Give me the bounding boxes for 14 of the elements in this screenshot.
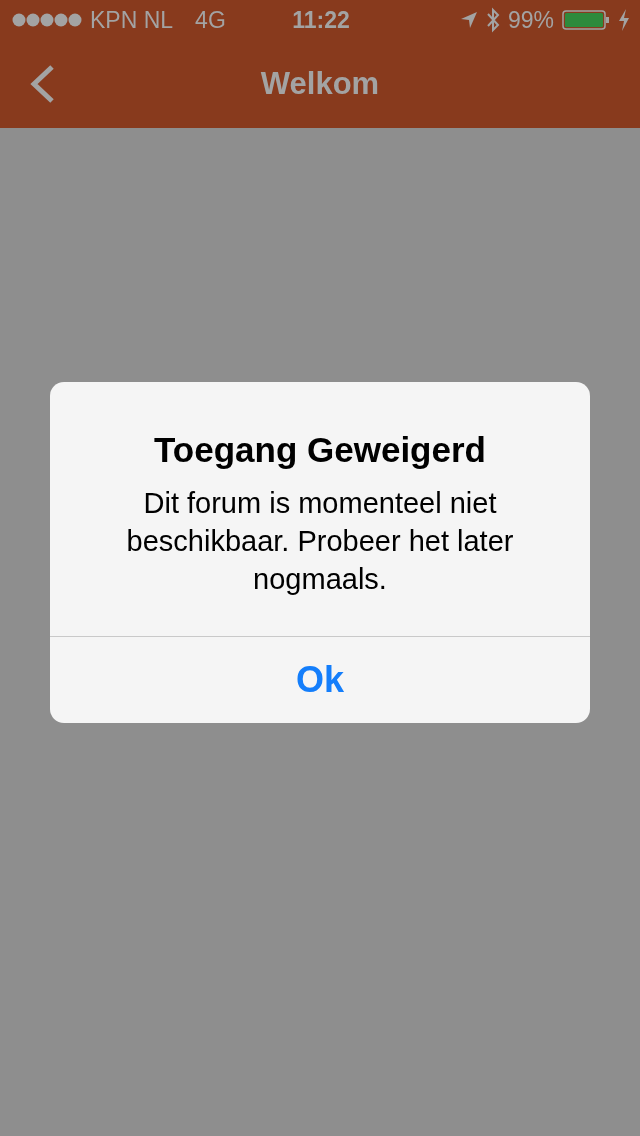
bluetooth-icon (485, 7, 500, 33)
back-button[interactable] (28, 64, 56, 104)
ok-button[interactable]: Ok (50, 636, 590, 723)
charging-icon (618, 9, 630, 31)
network-type: 4G (195, 6, 226, 34)
alert-title: Toegang Geweigerd (154, 430, 486, 470)
carrier-name: KPN NL (90, 6, 174, 34)
alert-message: Dit forum is momenteel niet beschikbaar. Probeer het later nogmaals. (125, 486, 515, 597)
status-time: 11:22 (292, 6, 350, 34)
signal-icon (12, 12, 82, 28)
nav-title: Welkom (260, 66, 380, 102)
battery-percentage: 99% (507, 6, 554, 34)
location-icon (459, 11, 478, 29)
battery-icon (562, 10, 610, 30)
